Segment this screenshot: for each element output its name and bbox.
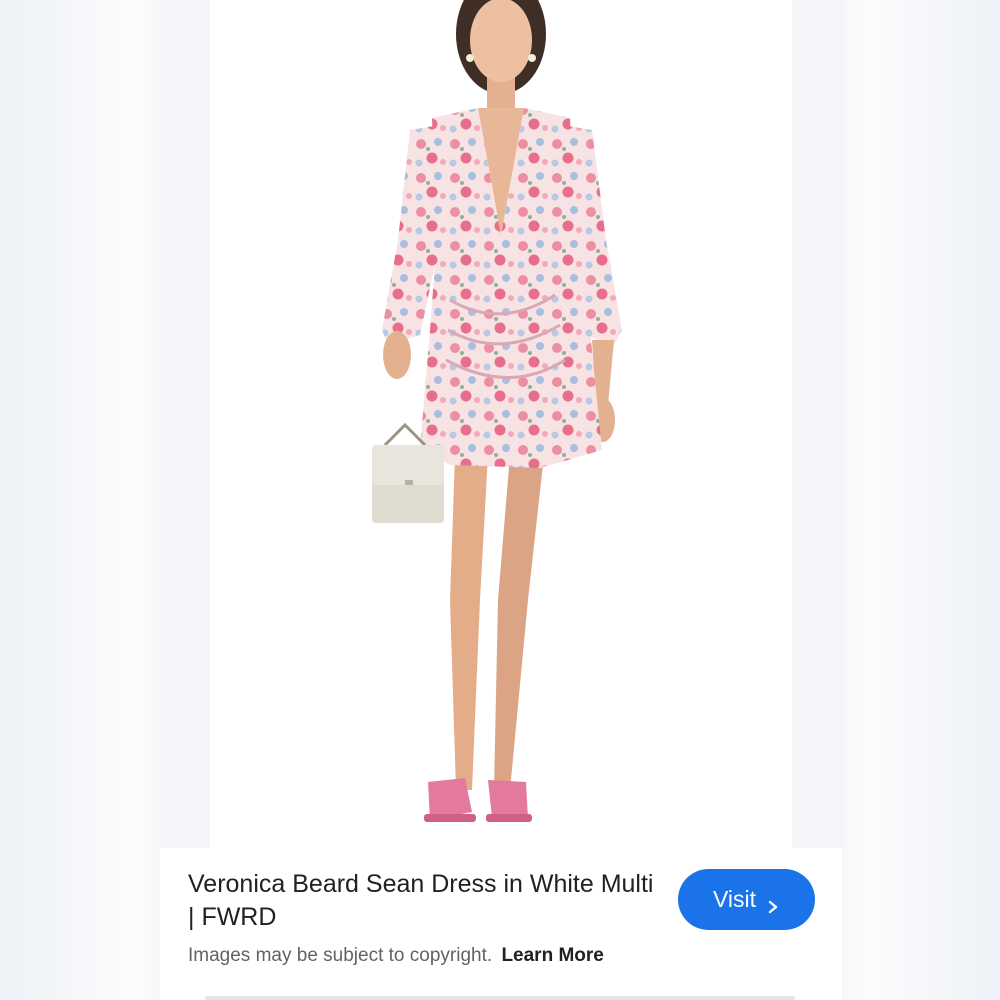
image-gutter-right bbox=[792, 0, 842, 848]
copyright-text: Images may be subject to copyright. bbox=[188, 945, 493, 966]
copyright-notice: Images may be subject to copyright. Lear… bbox=[188, 945, 604, 967]
visit-button-label: Visit bbox=[712, 886, 757, 912]
left-backdrop bbox=[0, 0, 160, 1000]
right-backdrop bbox=[842, 0, 1000, 1000]
product-title[interactable]: Veronica Beard Sean Dress in White Multi… bbox=[188, 868, 658, 934]
result-info-card: Veronica Beard Sean Dress in White Multi… bbox=[160, 848, 842, 1000]
learn-more-link[interactable]: Learn More bbox=[501, 945, 603, 966]
model-illustration bbox=[372, 0, 622, 822]
image-gutter-left bbox=[160, 0, 210, 848]
image-result-viewer: Veronica Beard Sean Dress in White Multi… bbox=[0, 0, 1000, 1000]
chevron-right-icon bbox=[766, 893, 780, 913]
visit-button[interactable]: Visit bbox=[678, 869, 815, 930]
product-image[interactable] bbox=[210, 0, 792, 848]
sheet-bottom-edge bbox=[205, 996, 795, 1000]
